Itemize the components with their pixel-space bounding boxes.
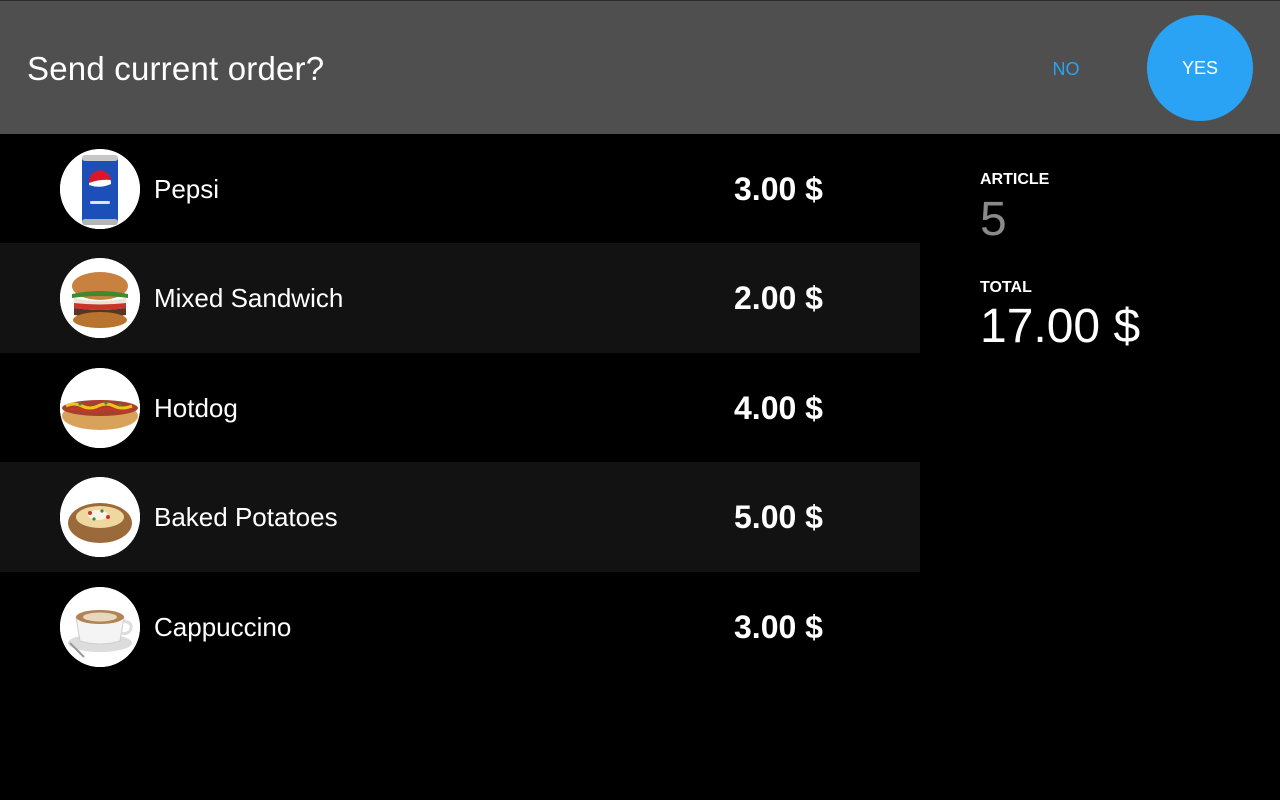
confirm-header: Send current order? NO YES xyxy=(0,0,1280,134)
sandwich-icon xyxy=(60,258,140,339)
order-row[interactable]: Baked Potatoes 5.00 $ xyxy=(0,462,920,572)
order-row[interactable]: Hotdog 4.00 $ xyxy=(0,352,920,463)
total-amount: 17.00 $ xyxy=(980,300,1141,353)
hotdog-icon xyxy=(60,367,140,448)
item-name: Mixed Sandwich xyxy=(154,283,344,314)
confirm-title: Send current order? xyxy=(27,50,325,87)
cappuccino-icon xyxy=(60,586,140,667)
pepsi-can-icon xyxy=(60,149,140,229)
item-price: 3.00 $ xyxy=(734,171,823,207)
order-list: Pepsi 3.00 $ Mixed Sandwich 2.00 $ Hotdo… xyxy=(0,134,920,681)
article-count: 5 xyxy=(980,193,1007,246)
baked-potato-icon xyxy=(60,477,140,558)
item-name: Baked Potatoes xyxy=(154,502,338,533)
total-label: TOTAL xyxy=(980,279,1032,296)
item-name: Cappuccino xyxy=(154,611,292,642)
no-button[interactable]: NO xyxy=(1036,51,1096,87)
article-label: ARTICLE xyxy=(980,171,1050,188)
item-price: 4.00 $ xyxy=(734,389,823,426)
item-price: 3.00 $ xyxy=(734,608,823,645)
yes-button[interactable]: YES xyxy=(1147,15,1253,121)
order-summary: ARTICLE 5 TOTAL 17.00 $ xyxy=(980,170,1260,356)
order-row[interactable]: Mixed Sandwich 2.00 $ xyxy=(0,243,920,353)
item-name: Pepsi xyxy=(154,174,220,204)
item-price: 5.00 $ xyxy=(734,499,823,536)
order-row[interactable]: Pepsi 3.00 $ xyxy=(0,134,920,244)
order-row[interactable]: Cappuccino 3.00 $ xyxy=(0,571,920,681)
order-confirm-screen: Send current order? NO YES Pepsi 3.00 $ xyxy=(0,0,1280,800)
item-price: 2.00 $ xyxy=(734,280,823,317)
item-name: Hotdog xyxy=(154,392,238,423)
